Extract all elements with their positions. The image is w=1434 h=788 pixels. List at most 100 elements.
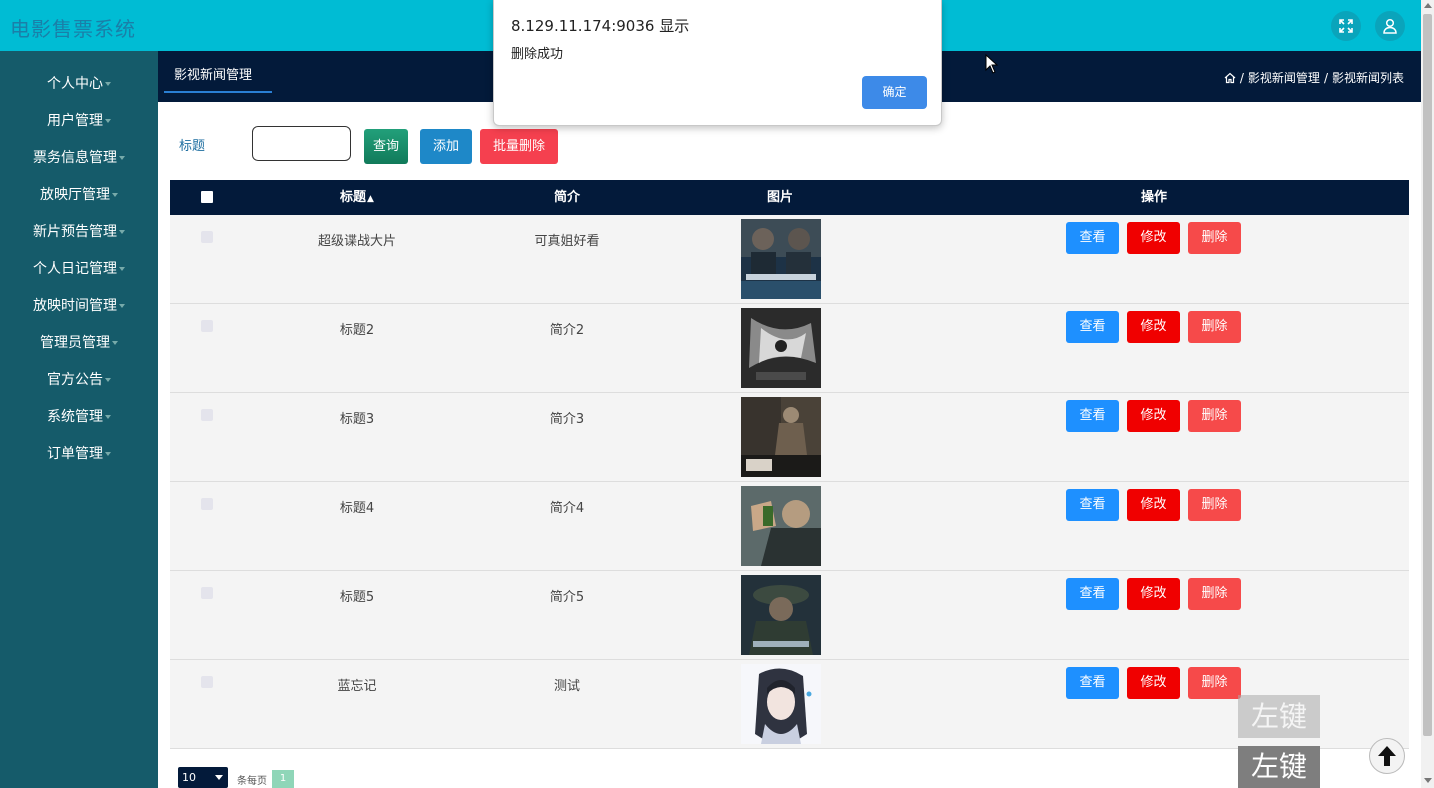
sidebar-item-trailers[interactable]: 新片预告管理 [0,214,158,251]
arrow-up-icon [1378,746,1396,766]
table-row: 标题2 简介2 查看 修改 删除 [170,304,1409,393]
column-header-image: 图片 [766,190,793,205]
view-button[interactable]: 查看 [1066,222,1119,254]
column-header-title[interactable]: 标题▲︎ [267,180,447,215]
user-icon [1383,18,1397,34]
dialog-origin-text: 8.129.11.174:9036 显示 [511,17,690,35]
scrollbar-thumb[interactable] [1423,14,1432,736]
dialog-message: 删除成功 [511,47,564,62]
delete-button[interactable]: 删除 [1188,222,1241,254]
row-intro: 简介3 [549,412,585,427]
movie-poster-image [741,486,821,566]
sidebar-item-showtimes[interactable]: 放映时间管理 [0,288,158,325]
per-page-label: 条每页 [237,776,267,787]
caret-down-icon [105,119,111,123]
tab-news-management[interactable]: 影视新闻管理 [164,63,272,93]
back-to-top-button[interactable] [1369,738,1405,774]
row-title: 标题5 [339,590,375,605]
title-search-label: 标题 [179,139,206,154]
home-icon[interactable] [1224,72,1236,84]
row-checkbox[interactable] [201,231,213,243]
sidebar-item-personal-center[interactable]: 个人中心 [0,66,158,103]
sidebar-item-orders[interactable]: 订单管理 [0,436,158,473]
breadcrumb-separator: / [1239,70,1244,85]
scroll-up-arrow-icon[interactable] [1424,3,1432,8]
edit-button[interactable]: 修改 [1127,489,1180,521]
edit-button[interactable]: 修改 [1127,578,1180,610]
row-title: 超级谍战大片 [317,234,396,249]
app-title: 电影售票系统 [10,17,136,41]
edit-button[interactable]: 修改 [1127,400,1180,432]
breadcrumb-item[interactable]: 影视新闻管理 [1248,69,1320,86]
fullscreen-button[interactable] [1331,11,1361,41]
sidebar-item-label: 用户管理 [47,113,103,129]
sidebar-item-label: 新片预告管理 [33,224,117,240]
view-button[interactable]: 查看 [1066,667,1119,699]
row-checkbox[interactable] [201,498,213,510]
sidebar-item-label: 个人中心 [47,76,103,92]
page-scrollbar[interactable] [1421,0,1434,788]
sidebar-item-admins[interactable]: 管理员管理 [0,325,158,362]
row-checkbox[interactable] [201,320,213,332]
user-menu-button[interactable] [1375,11,1405,41]
sidebar-item-system[interactable]: 系统管理 [0,399,158,436]
column-header-intro: 简介 [553,190,580,205]
add-button[interactable]: 添加 [420,129,472,164]
table-row: 蓝忘记 测试 查看 修改 删除 [170,660,1409,749]
edit-button[interactable]: 修改 [1127,311,1180,343]
sidebar-item-halls[interactable]: 放映厅管理 [0,177,158,214]
sidebar-item-label: 系统管理 [47,409,103,425]
delete-button[interactable]: 删除 [1188,667,1241,699]
view-button[interactable]: 查看 [1066,489,1119,521]
page-size-select[interactable]: 10 [178,767,228,788]
expand-icon [1339,19,1353,33]
row-checkbox[interactable] [201,676,213,688]
sidebar-item-label: 订单管理 [47,446,103,462]
delete-button[interactable]: 删除 [1188,311,1241,343]
table-row: 标题5 简介5 查看 修改 删除 [170,571,1409,660]
edit-button[interactable]: 修改 [1127,222,1180,254]
mouse-cursor-icon [985,54,999,74]
chevron-down-icon [215,775,223,780]
view-button[interactable]: 查看 [1066,400,1119,432]
query-button[interactable]: 查询 [364,129,408,164]
view-button[interactable]: 查看 [1066,311,1119,343]
batch-delete-button[interactable]: 批量删除 [480,129,558,164]
caret-down-icon [105,452,111,456]
delete-button[interactable]: 删除 [1188,400,1241,432]
edit-button[interactable]: 修改 [1127,667,1180,699]
sort-icon[interactable]: ▲︎ [367,194,374,204]
row-intro: 测试 [553,679,580,694]
caret-down-icon [119,156,125,160]
view-button[interactable]: 查看 [1066,578,1119,610]
caret-down-icon [119,267,125,271]
sidebar-item-diary[interactable]: 个人日记管理 [0,251,158,288]
sidebar-item-tickets[interactable]: 票务信息管理 [0,140,158,177]
row-intro: 简介5 [549,590,585,605]
sidebar-item-label: 官方公告 [47,372,103,388]
row-checkbox[interactable] [201,587,213,599]
sidebar-item-label: 放映厅管理 [40,187,110,203]
movie-poster-image [741,575,821,655]
key-press-overlay: 左键 [1238,746,1320,788]
row-checkbox[interactable] [201,409,213,421]
movie-poster-image [741,219,821,299]
sidebar-item-label: 个人日记管理 [33,261,117,277]
title-search-input[interactable] [252,126,351,161]
row-intro: 可真姐好看 [534,234,600,249]
delete-button[interactable]: 删除 [1188,489,1241,521]
movie-poster-image [741,308,821,388]
page-number-button[interactable]: 1 [272,770,294,788]
scroll-down-arrow-icon[interactable] [1424,778,1432,783]
dialog-ok-button[interactable]: 确定 [862,76,927,109]
caret-down-icon [105,378,111,382]
caret-down-icon [105,82,111,86]
column-header-actions: 操作 [1140,190,1167,205]
sidebar-item-users[interactable]: 用户管理 [0,103,158,140]
sidebar-item-announcements[interactable]: 官方公告 [0,362,158,399]
delete-button[interactable]: 删除 [1188,578,1241,610]
table-header: 标题▲︎ 简介 图片 操作 [170,180,1409,215]
table-row: 标题3 简介3 查看 修改 删除 [170,393,1409,482]
sidebar: 个人中心 用户管理 票务信息管理 放映厅管理 新片预告管理 个人日记管理 放映时… [0,51,158,788]
select-all-checkbox[interactable] [201,191,213,203]
